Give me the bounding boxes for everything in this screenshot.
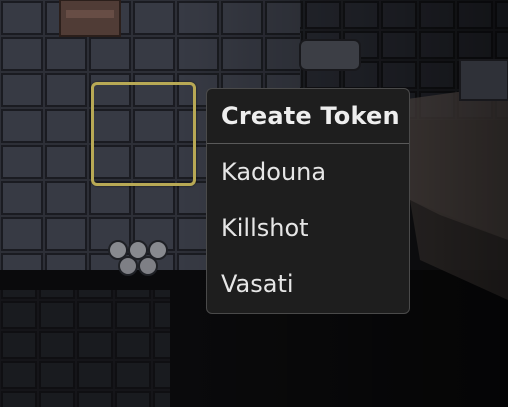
battle-map[interactable]: Create Token Kadouna Killshot Vasati xyxy=(0,0,508,407)
selected-grid-cell[interactable] xyxy=(91,82,196,186)
menu-item-kadouna[interactable]: Kadouna xyxy=(207,144,409,200)
menu-item-vasati[interactable]: Vasati xyxy=(207,256,409,312)
menu-item-killshot[interactable]: Killshot xyxy=(207,200,409,256)
create-token-menu: Create Token Kadouna Killshot Vasati xyxy=(206,88,410,314)
menu-title: Create Token xyxy=(207,89,409,144)
